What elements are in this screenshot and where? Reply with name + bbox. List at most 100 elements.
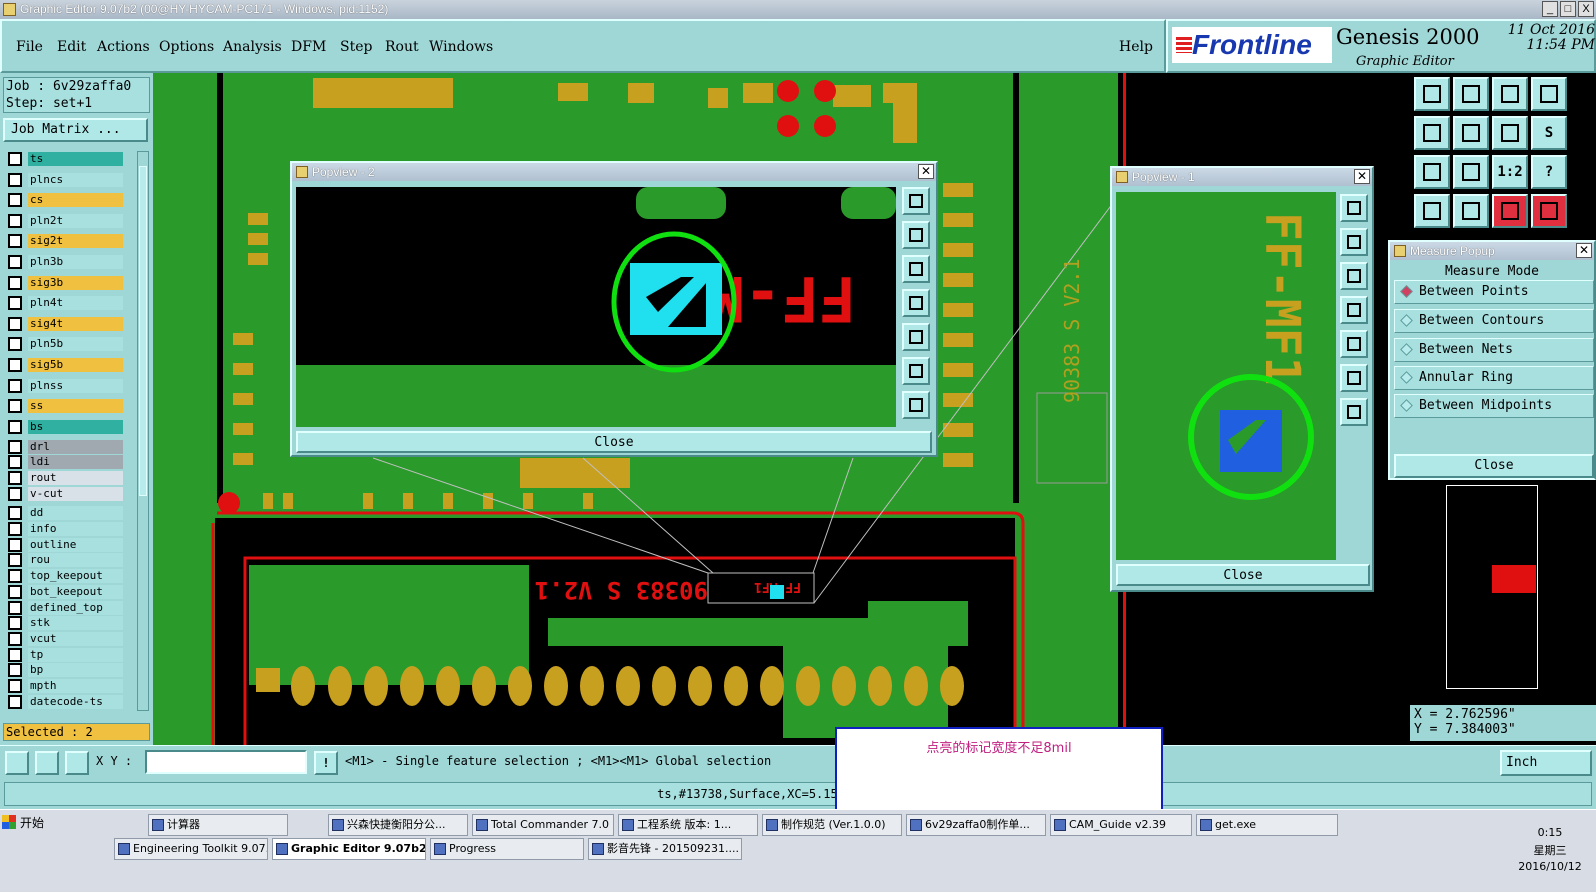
menu-dfm[interactable]: DFM <box>291 39 326 55</box>
menu-file[interactable]: File <box>16 39 43 55</box>
zoom-in-icon[interactable] <box>1340 194 1368 222</box>
measure-close-button[interactable]: Close <box>1394 454 1594 478</box>
layer-checkbox[interactable] <box>8 296 22 311</box>
layer-checkbox[interactable] <box>8 358 22 372</box>
layer-checkbox[interactable] <box>8 569 22 584</box>
menu-options[interactable]: Options <box>159 39 214 55</box>
help-icon[interactable]: ? <box>1531 155 1567 189</box>
layer-checkbox[interactable] <box>8 631 22 646</box>
layer-row-ss[interactable]: ss <box>3 398 123 414</box>
maximize-button[interactable]: □ <box>1560 1 1576 17</box>
scroll-thumb[interactable] <box>139 166 147 496</box>
layer-row-mpth[interactable]: mpth <box>3 678 123 694</box>
pan-left-icon[interactable] <box>1414 116 1450 150</box>
snap-icon[interactable]: S <box>1531 116 1567 150</box>
task-get-exe[interactable]: get.exe <box>1196 814 1338 836</box>
layer-checkbox[interactable] <box>8 584 22 599</box>
menu-edit[interactable]: Edit <box>57 39 86 55</box>
layer-checkbox[interactable] <box>8 439 22 454</box>
units-selector[interactable]: Inch <box>1500 750 1592 776</box>
layer-row-bs[interactable]: bs <box>3 419 123 435</box>
layer-checkbox[interactable] <box>8 537 22 552</box>
job-matrix-button[interactable]: Job Matrix ... <box>3 118 148 142</box>
close-button[interactable]: X <box>1578 1 1594 17</box>
menu-step[interactable]: Step <box>340 39 372 55</box>
layer-row-plnss[interactable]: plnss <box>3 378 123 394</box>
layer-checkbox[interactable] <box>8 486 22 501</box>
layer-checkbox[interactable] <box>8 506 22 521</box>
layer-row-vcut[interactable]: vcut <box>3 631 123 647</box>
pan-down-icon[interactable] <box>1340 262 1368 290</box>
home-icon[interactable] <box>1492 77 1528 111</box>
pan-down-icon[interactable] <box>902 255 930 283</box>
layer-checkbox[interactable] <box>8 455 22 470</box>
graphic-canvas[interactable]: 90383 S V2.1 FF-MF1 90383 S V2.1 Popview… <box>153 73 1410 745</box>
layer-checkbox[interactable] <box>8 694 22 709</box>
pan-left-icon[interactable] <box>902 289 930 317</box>
overview-map[interactable] <box>1446 485 1538 689</box>
layer-checkbox[interactable] <box>8 213 22 228</box>
task-graphic-editor[interactable]: Graphic Editor 9.07b2 ... <box>272 838 426 860</box>
menu-help[interactable]: Help <box>1119 39 1153 55</box>
minimize-button[interactable]: _ <box>1542 1 1558 17</box>
layer-checkbox[interactable] <box>8 679 22 693</box>
task-work-order[interactable]: 6v29zaffa0制作单... <box>906 814 1046 836</box>
probe-icon[interactable] <box>1453 194 1489 228</box>
layer-row-pln4t[interactable]: pln4t <box>3 295 123 311</box>
layer-row-rout[interactable]: rout <box>3 470 123 486</box>
measure-between-contours[interactable]: Between Contours <box>1394 309 1594 333</box>
layer-row-pln2t[interactable]: pln2t <box>3 213 123 229</box>
layer-checkbox[interactable] <box>8 647 22 662</box>
net-highlight-icon[interactable] <box>1492 194 1528 228</box>
layer-row-stk[interactable]: stk <box>3 615 123 631</box>
select-mode-icon[interactable] <box>5 751 29 775</box>
popview-1-close-icon[interactable]: ✕ <box>1354 169 1370 184</box>
layer-row-dd[interactable]: dd <box>3 505 123 521</box>
measure-between-midpoints[interactable]: Between Midpoints <box>1394 394 1594 418</box>
layer-checkbox[interactable] <box>8 522 22 536</box>
layer-row-datecode-ts[interactable]: datecode-ts <box>3 694 123 710</box>
popview-1-close-button[interactable]: Close <box>1116 564 1370 586</box>
alert-icon[interactable]: ! <box>314 751 338 775</box>
measure-between-points[interactable]: Between Points <box>1394 280 1594 304</box>
layer-row-ldi[interactable]: ldi <box>3 454 123 470</box>
layer-checkbox[interactable] <box>8 399 22 414</box>
layer-checkbox[interactable] <box>8 234 22 249</box>
layer-checkbox[interactable] <box>8 193 22 208</box>
pan-right-icon[interactable] <box>1453 116 1489 150</box>
measure-icon[interactable] <box>1414 194 1450 228</box>
layer-row-pln5b[interactable]: pln5b <box>3 336 123 352</box>
clock[interactable]: 0:15 星期三 2016/10/12 <box>1510 822 1590 876</box>
zoom-home-icon[interactable] <box>1340 398 1368 426</box>
zoom-fit-icon[interactable] <box>1340 364 1368 392</box>
task-progress[interactable]: Progress <box>430 838 584 860</box>
zoom-out-icon[interactable] <box>1531 77 1567 111</box>
scale-1-2-icon[interactable]: 1:2 <box>1492 155 1528 189</box>
task-engineering-toolkit[interactable]: Engineering Toolkit 9.07... <box>114 838 268 860</box>
task-total-commander[interactable]: Total Commander 7.0 ... <box>472 814 614 836</box>
layer-row-ts[interactable]: ts <box>3 151 123 167</box>
layer-row-bp[interactable]: bp <box>3 662 123 678</box>
layer-row-sig5b[interactable]: sig5b <box>3 357 123 373</box>
layer-checkbox[interactable] <box>8 337 22 352</box>
layer-checkbox[interactable] <box>8 663 22 678</box>
layer-row-defined_top[interactable]: defined_top <box>3 600 123 616</box>
layer-row-sig4t[interactable]: sig4t <box>3 316 123 332</box>
layer-checkbox[interactable] <box>8 378 22 393</box>
menu-actions[interactable]: Actions <box>97 39 150 55</box>
layer-checkbox[interactable] <box>8 616 22 631</box>
fit-icon[interactable] <box>1414 155 1450 189</box>
task-browser[interactable]: 兴森快捷衡阳分公... <box>328 814 468 836</box>
layer-checkbox[interactable] <box>8 172 22 187</box>
start-button[interactable]: 开始 <box>2 814 44 831</box>
layer-scrollbar[interactable] <box>137 151 149 711</box>
zoom-in-icon[interactable] <box>902 187 930 215</box>
zoom-fit-icon[interactable] <box>902 357 930 385</box>
measure-annular-ring[interactable]: Annular Ring <box>1394 366 1594 390</box>
layer-checkbox[interactable] <box>8 255 22 269</box>
task-engineering-system[interactable]: 工程系统 版本: 1... <box>618 814 758 836</box>
task-calculator[interactable]: 计算器 <box>148 814 288 836</box>
layer-row-sig3b[interactable]: sig3b <box>3 275 123 291</box>
angle-mode-icon[interactable] <box>35 751 59 775</box>
menu-analysis[interactable]: Analysis <box>223 39 282 55</box>
